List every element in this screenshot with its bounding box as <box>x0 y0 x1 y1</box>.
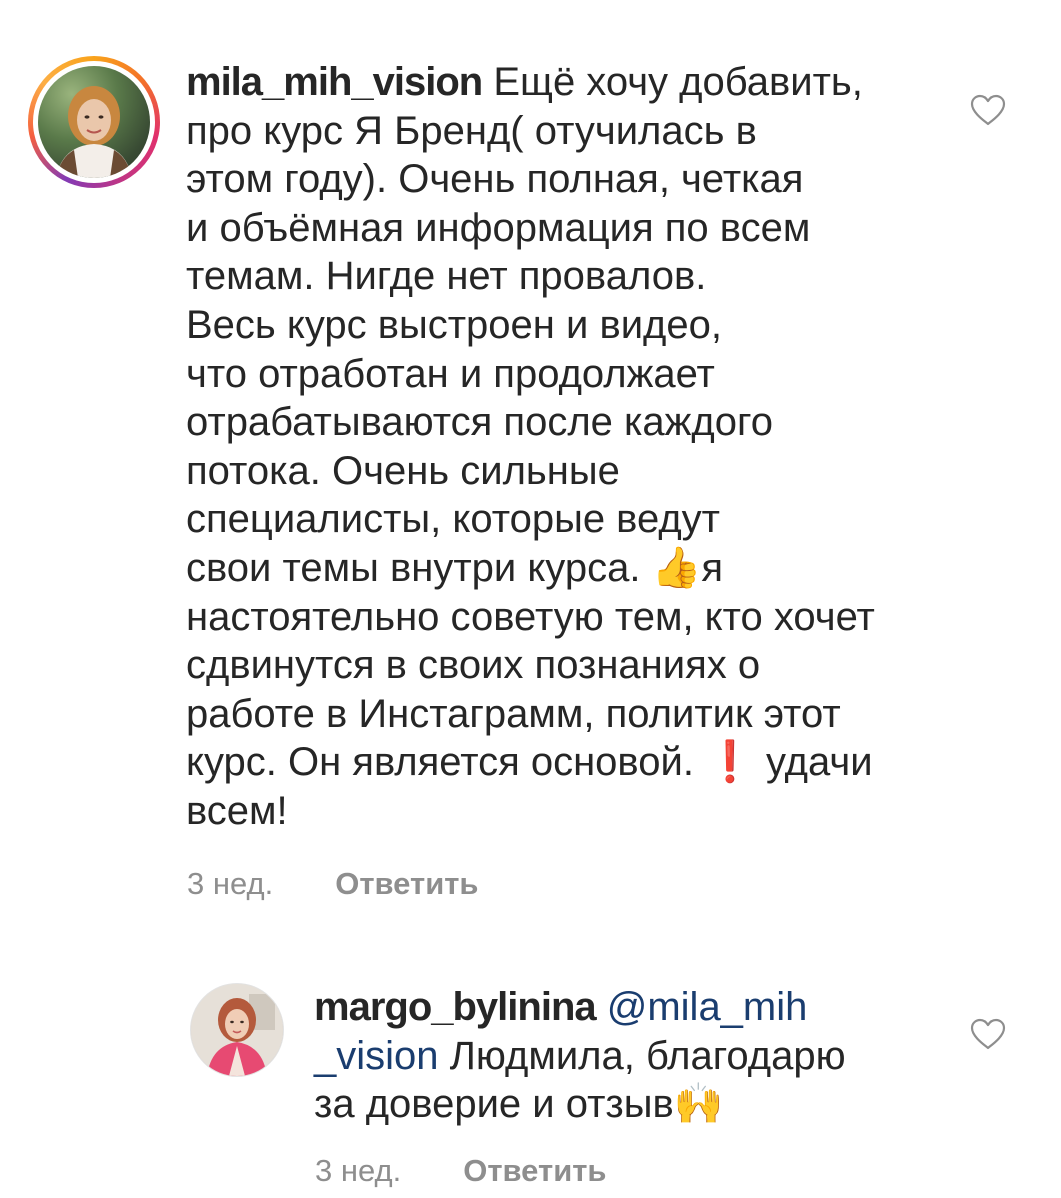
avatar-portrait-icon <box>56 86 132 178</box>
reply-button[interactable]: Ответить <box>463 1153 606 1189</box>
raising-hands-emoji: 🙌 <box>673 1082 724 1127</box>
comment-meta: 3 нед. Ответить <box>187 866 479 902</box>
avatar[interactable] <box>190 983 284 1077</box>
avatar[interactable] <box>38 66 150 178</box>
reply-body: margo_bylinina @mila_mih _vision Людмила… <box>314 983 914 1129</box>
thumbs-up-emoji: 👍 <box>651 545 702 590</box>
like-heart-icon[interactable] <box>970 1018 1006 1050</box>
like-heart-icon[interactable] <box>970 94 1006 126</box>
comment-body: mila_mih_vision Ещё хочу добавить, про к… <box>186 58 946 836</box>
reply-username[interactable]: margo_bylinina <box>314 985 597 1029</box>
comment-timestamp[interactable]: 3 нед. <box>187 866 273 902</box>
comment-text: Ещё хочу добавить, про курс Я Бренд( оту… <box>186 60 863 590</box>
reply-timestamp[interactable]: 3 нед. <box>315 1153 401 1189</box>
avatar-frame <box>33 61 155 183</box>
avatar-portrait-icon <box>191 984 283 1076</box>
reply-meta: 3 нед. Ответить <box>315 1153 607 1189</box>
reply-button[interactable]: Ответить <box>335 866 478 902</box>
exclamation-emoji: ❗ <box>705 740 755 785</box>
comment-username[interactable]: mila_mih_vision <box>186 60 483 104</box>
comment-item: mila_mih_vision Ещё хочу добавить, про к… <box>0 0 1061 930</box>
avatar-story-ring[interactable] <box>28 56 160 188</box>
